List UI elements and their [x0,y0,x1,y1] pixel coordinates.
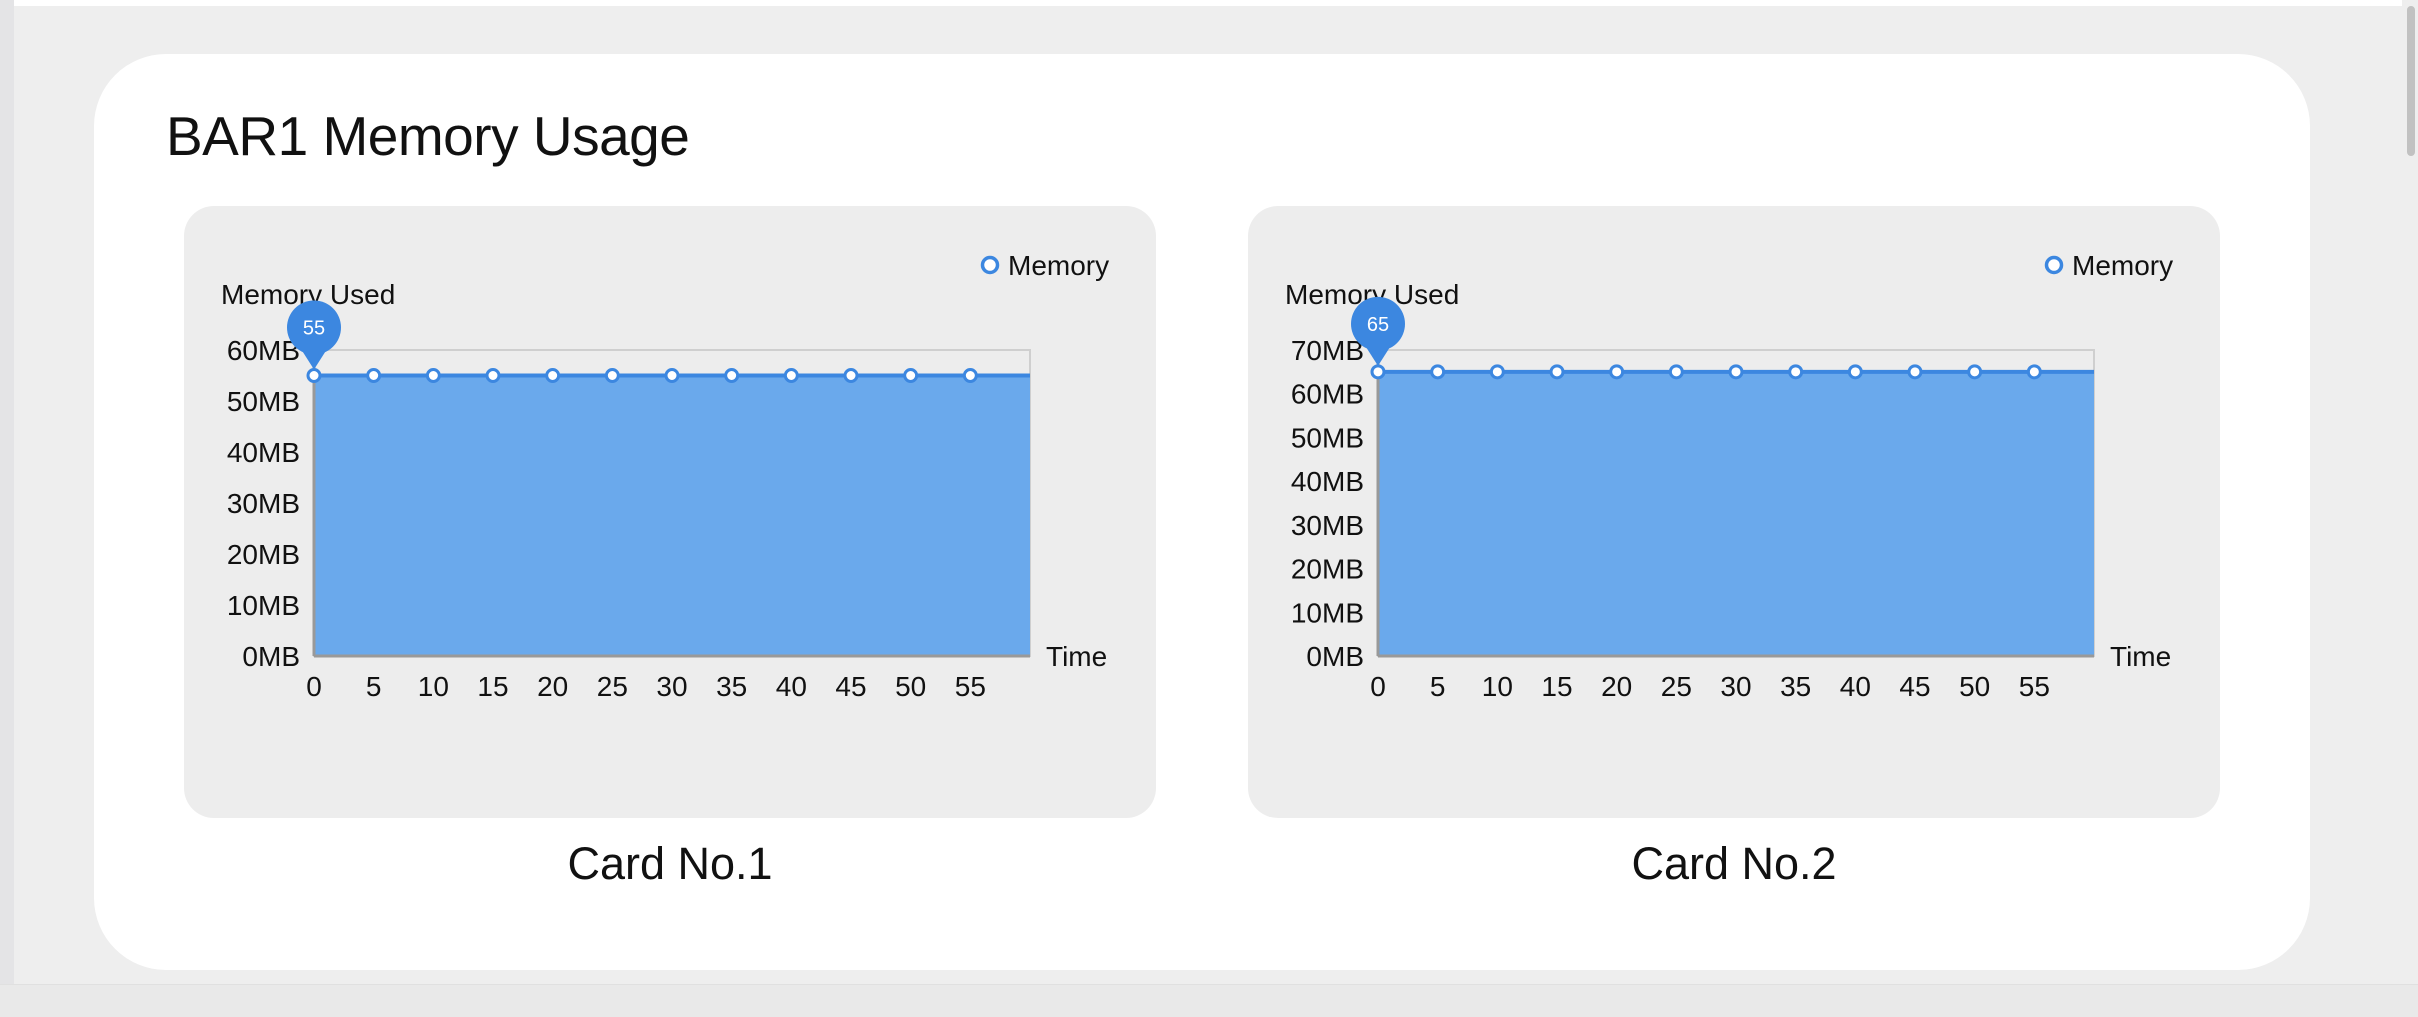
data-point [1489,364,1505,380]
data-point [1728,364,1744,380]
legend-label: Memory [2072,250,2173,281]
x-tick-label: 50 [1959,671,1990,702]
card-1-caption: Card No.1 [567,838,773,889]
y-tick-label: 0MB [242,641,300,672]
data-point [783,368,799,383]
data-point [366,368,382,383]
memory-area [314,375,1030,656]
y-tick-label: 10MB [227,590,300,621]
data-point [1907,364,1923,380]
data-point [1788,364,1804,380]
y-tick-label: 50MB [227,386,300,417]
x-tick-label: 30 [656,671,687,702]
y-tick-label: 60MB [227,335,300,366]
x-tick-label: 5 [366,671,382,702]
x-tick-label: 20 [537,671,568,702]
x-axis-label: Time [2110,641,2171,672]
tooltip-value: 65 [1367,314,1389,336]
data-point [604,368,620,383]
legend-marker [2044,255,2064,275]
x-tick-label: 35 [1780,671,1811,702]
memory-usage-panel: BAR1 Memory Usage 0MB 10MB 20MB 30MB 40MB 50M… [94,54,2310,970]
legend-label: Memory [1008,250,1109,281]
data-point [1549,364,1565,380]
card-2-caption: Card No.2 [1631,838,1837,889]
x-axis-label: Time [1046,641,1107,672]
data-point [2026,364,2042,380]
x-tick-label: 15 [1541,671,1572,702]
y-tick-label: 60MB [1291,379,1364,410]
x-tick-label: 35 [716,671,747,702]
x-tick-label: 45 [1899,671,1930,702]
x-tick-label: 20 [1601,671,1632,702]
window-bottom-edge [0,984,2418,1017]
y-tick-label: 20MB [1291,554,1364,585]
data-point [724,368,740,383]
data-point [306,368,322,383]
x-tick-label: 5 [1430,671,1446,702]
x-tick-label: 50 [895,671,926,702]
y-tick-label: 70MB [1291,335,1364,366]
card-2: 0MB 10MB 20MB 30MB 40MB 50MB 60MB 70MB 0 5 10 15 20 2… [1248,206,2220,889]
x-tick-label: 30 [1720,671,1751,702]
data-point [1847,364,1863,380]
x-tick-label: 55 [955,671,986,702]
card-2-memory-chart[interactable]: 0MB 10MB 20MB 30MB 40MB 50MB 60MB 70MB 0 5 10 15 20 2… [1248,206,2220,818]
data-point [545,368,561,383]
data-point [1967,364,1983,380]
card-1-chart: 0MB 10MB 20MB 30MB 40MB 50MB 60MB 0 5 10 15 20 25 30 3… [184,206,1156,818]
data-point [485,368,501,383]
y-tick-label: 50MB [1291,422,1364,453]
memory-area [1378,371,2094,656]
y-tick-label: 30MB [227,488,300,519]
data-point [1430,364,1446,380]
x-tick-label: 40 [776,671,807,702]
card-1-memory-chart[interactable]: 0MB 10MB 20MB 30MB 40MB 50MB 60MB 0 5 10 15 20 25 30 3… [184,206,1156,818]
x-tick-label: 25 [597,671,628,702]
card-2-chart: 0MB 10MB 20MB 30MB 40MB 50MB 60MB 70MB 0 5 10 15 20 2… [1248,206,2220,818]
window-top-edge [0,0,2418,6]
y-tick-label: 0MB [1306,641,1364,672]
card-1: 0MB 10MB 20MB 30MB 40MB 50MB 60MB 0 5 10 15 20 25 30 3… [184,206,1156,889]
tooltip-value: 55 [303,318,325,340]
data-point [962,368,978,383]
page-scrollbar[interactable] [2402,0,2418,984]
data-point [1668,364,1684,380]
x-tick-label: 10 [1482,671,1513,702]
page-title: BAR1 Memory Usage [166,105,690,167]
data-point [664,368,680,383]
x-tick-label: 45 [835,671,866,702]
data-point [1609,364,1625,380]
x-tick-label: 40 [1840,671,1871,702]
x-tick-label: 15 [477,671,508,702]
y-tick-label: 40MB [1291,466,1364,497]
data-point [843,368,859,383]
data-point [1370,364,1386,380]
x-tick-label: 0 [1370,671,1386,702]
x-tick-label: 55 [2019,671,2050,702]
data-point [425,368,441,383]
x-tick-label: 25 [1661,671,1692,702]
data-point [903,368,919,383]
window-left-edge [0,0,14,1016]
page-scrollbar-thumb[interactable] [2407,6,2415,156]
legend-marker [980,255,1000,275]
y-tick-label: 20MB [227,539,300,570]
y-tick-label: 10MB [1291,597,1364,628]
x-tick-label: 10 [418,671,449,702]
y-tick-label: 40MB [227,437,300,468]
x-tick-label: 0 [306,671,322,702]
y-tick-label: 30MB [1291,510,1364,541]
